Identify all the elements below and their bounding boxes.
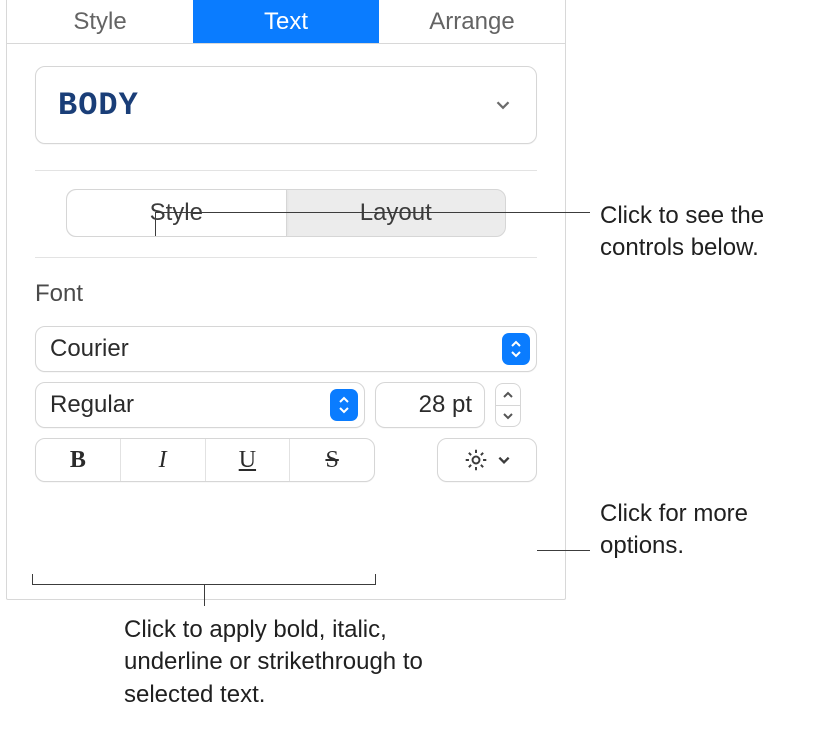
- font-family-value: Courier: [50, 335, 129, 363]
- format-sidebar: Style Text Arrange BODY Style Layout Fon…: [6, 0, 566, 600]
- font-weight-select[interactable]: Regular: [35, 382, 365, 428]
- paragraph-style-dropdown[interactable]: BODY: [35, 66, 537, 144]
- subtab-layout[interactable]: Layout: [287, 190, 506, 236]
- paragraph-style-label: BODY: [58, 87, 139, 124]
- popup-indicator-icon: [330, 389, 358, 421]
- callout-text: Click for more options.: [600, 498, 810, 563]
- font-section-label: Font: [35, 280, 537, 308]
- callout-text: Click to see the controls below.: [600, 200, 810, 265]
- gear-icon: [463, 447, 489, 473]
- callout-text: Click to apply bold, italic, underline o…: [124, 614, 464, 711]
- chevron-down-icon: [497, 455, 511, 465]
- font-weight-value: Regular: [50, 391, 134, 419]
- tab-style[interactable]: Style: [7, 0, 193, 43]
- underline-button[interactable]: U: [206, 439, 291, 481]
- font-size-stepper: [495, 383, 521, 427]
- tab-arrange[interactable]: Arrange: [379, 0, 565, 43]
- font-size-field[interactable]: 28 pt: [375, 382, 485, 428]
- font-size-value: 28 pt: [419, 391, 472, 419]
- stepper-down-button[interactable]: [495, 405, 521, 427]
- bold-button[interactable]: B: [36, 439, 121, 481]
- stepper-up-button[interactable]: [495, 383, 521, 405]
- tab-text[interactable]: Text: [193, 0, 379, 43]
- style-layout-segmented: Style Layout: [66, 189, 506, 237]
- advanced-options-button[interactable]: [437, 438, 537, 482]
- popup-indicator-icon: [502, 333, 530, 365]
- font-family-select[interactable]: Courier: [35, 326, 537, 372]
- divider: [35, 257, 537, 258]
- top-tabs: Style Text Arrange: [7, 0, 565, 44]
- text-style-group: B I U S: [35, 438, 375, 482]
- divider: [35, 170, 537, 171]
- italic-button[interactable]: I: [121, 439, 206, 481]
- subtab-style[interactable]: Style: [67, 190, 287, 236]
- chevron-down-icon: [492, 94, 514, 116]
- strikethrough-button[interactable]: S: [290, 439, 374, 481]
- panel-body: BODY Style Layout Font Courier Regular: [7, 44, 565, 506]
